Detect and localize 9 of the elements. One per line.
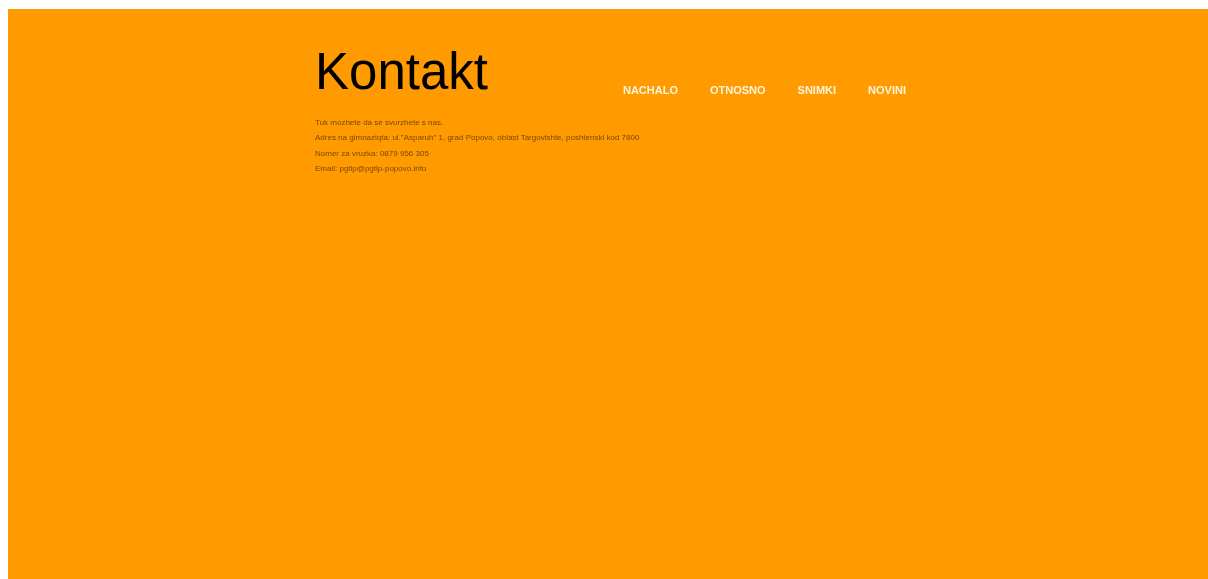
contact-text: Nomer za vruzka: 0879 956 305 [315,147,430,160]
nav-link[interactable]: OTNOSNO [709,82,766,99]
nav-link[interactable]: NACHALO [622,82,678,99]
contact-text: Email: pgtlp@pgtlp-popovo.info [315,163,428,175]
page-title: Kontakt [315,42,488,97]
nav-link[interactable]: NOVINI [868,82,906,99]
nav-link[interactable]: SNIMKI [797,82,837,99]
contact-text: Adres na gimnaziqta: ul."Asparuh" 1, grad Popovo, oblast Targovishte, poshtenski kod 7800 [315,132,641,144]
contact-text: Tuk mozhete da se svurzhete s nas. [315,116,445,129]
